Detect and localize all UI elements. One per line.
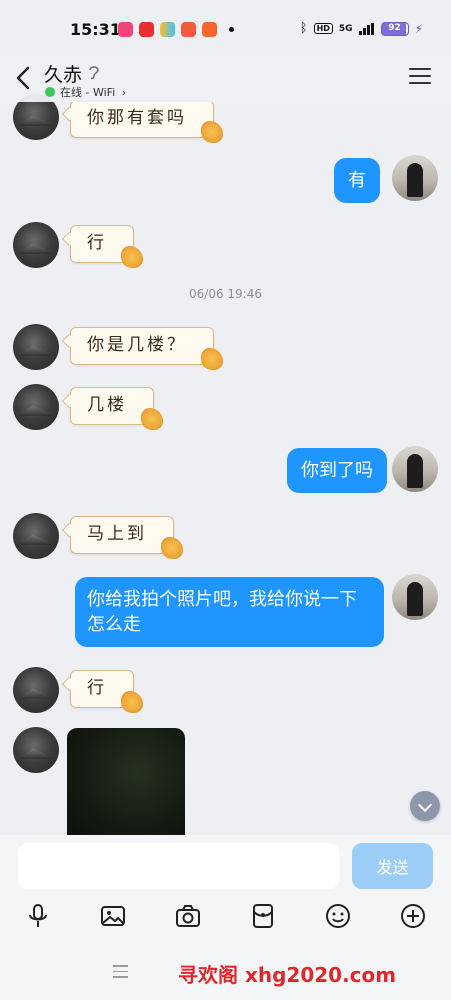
image-icon[interactable] xyxy=(99,902,127,930)
contact-avatar[interactable] xyxy=(13,384,59,430)
message-bubble-outgoing[interactable]: 你给我拍个照片吧，我给你说一下怎么走 xyxy=(75,577,384,647)
message-text: 几楼 xyxy=(87,395,127,415)
system-nav-bar: 寻欢阁 xhg2020.com xyxy=(0,945,451,1000)
message-bubble-incoming[interactable]: 行 xyxy=(61,670,143,713)
recent-apps-icon[interactable] xyxy=(113,965,128,979)
message-timestamp: 06/06 19:46 xyxy=(189,287,262,301)
message-bubble-incoming[interactable]: 马上到 xyxy=(61,516,183,559)
chevron-right-icon: › xyxy=(121,86,127,99)
message-text: 你给我拍个照片吧，我给你说一下怎么走 xyxy=(87,589,357,635)
menu-icon[interactable] xyxy=(409,68,431,86)
contact-avatar[interactable] xyxy=(13,222,59,268)
online-status-text[interactable]: 在线 - WiFi › xyxy=(60,84,126,100)
image-message[interactable] xyxy=(67,728,185,835)
composer: 发送 xyxy=(0,835,451,945)
emoji-icon[interactable] xyxy=(324,902,352,930)
red-packet-icon[interactable] xyxy=(249,902,277,930)
message-bubble-incoming[interactable]: 几楼 xyxy=(61,387,163,430)
contact-avatar[interactable] xyxy=(13,513,59,559)
watermark-text: 寻欢阁 xhg2020.com xyxy=(178,963,397,987)
online-status-label: 在线 - WiFi xyxy=(60,86,116,99)
message-bubble-outgoing[interactable]: 你到了吗 xyxy=(287,448,387,493)
message-text: 你是几楼？ xyxy=(87,335,187,355)
message-input[interactable] xyxy=(18,843,339,889)
message-text: 你到了吗 xyxy=(301,460,373,481)
contact-avatar[interactable] xyxy=(13,727,59,773)
microphone-icon[interactable] xyxy=(24,902,52,930)
contact-avatar[interactable] xyxy=(13,324,59,370)
message-bubble-outgoing[interactable]: 有 xyxy=(334,158,380,203)
message-text: 行 xyxy=(87,233,107,253)
ear-icon xyxy=(89,66,99,80)
chat-area[interactable]: 你那有套吗 有 行 06/06 19:46 你是几楼？ 几楼 你到了吗 马上到 … xyxy=(0,0,451,835)
message-bubble-incoming[interactable]: 行 xyxy=(61,225,143,268)
online-status-dot xyxy=(45,87,55,97)
message-text: 有 xyxy=(348,170,366,191)
message-text: 马上到 xyxy=(87,524,147,544)
message-text: 你那有套吗 xyxy=(87,108,187,128)
message-bubble-incoming[interactable]: 你那有套吗 xyxy=(61,100,223,143)
scroll-to-bottom-button[interactable] xyxy=(410,791,440,821)
chat-header: 久赤 在线 - WiFi › xyxy=(0,56,451,102)
send-button[interactable]: 发送 xyxy=(352,843,433,889)
message-bubble-incoming[interactable]: 你是几楼？ xyxy=(61,327,223,370)
plus-icon[interactable] xyxy=(399,902,427,930)
camera-icon[interactable] xyxy=(174,902,202,930)
contact-name[interactable]: 久赤 xyxy=(44,60,82,87)
my-avatar[interactable] xyxy=(392,155,438,201)
message-text: 行 xyxy=(87,678,107,698)
my-avatar[interactable] xyxy=(392,574,438,620)
contact-avatar[interactable] xyxy=(13,667,59,713)
back-arrow-icon[interactable] xyxy=(12,64,36,92)
my-avatar[interactable] xyxy=(392,446,438,492)
